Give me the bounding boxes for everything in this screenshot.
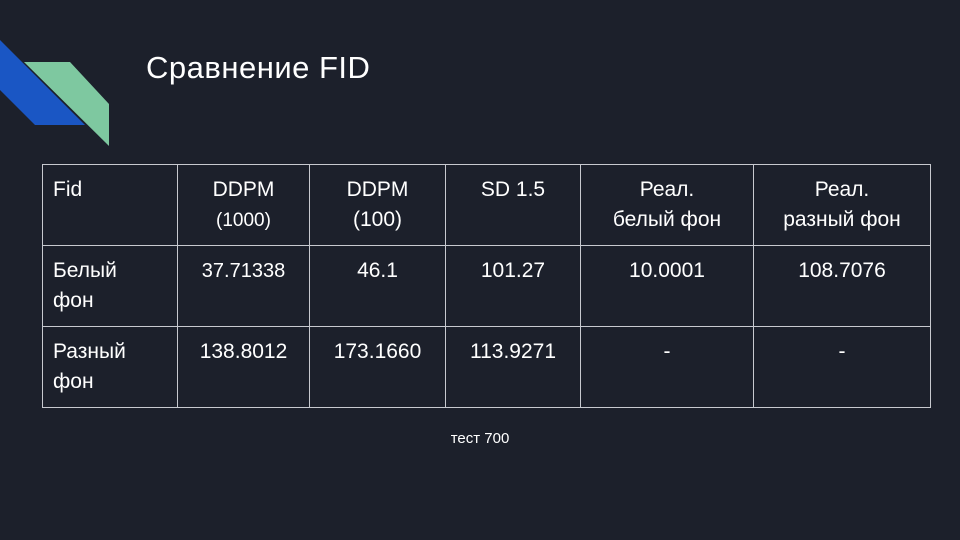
header-cell-ddpm-100: DDPM (100) [309,164,446,246]
header-cell-sd15: SD 1.5 [445,164,581,246]
table-row: Белый фон 37.71338 46.1 101.27 10.0001 1… [42,245,931,327]
row-label-line2: фон [53,370,94,393]
table-row: Разный фон 138.8012 173.1660 113.9271 - … [42,326,931,408]
row-label-mixed-bg: Разный фон [42,326,178,408]
corner-decoration-icon [0,40,109,146]
header-real-mixed-line2: разный фон [783,208,901,231]
row-label-line1: Белый [53,259,117,282]
table-cell: 101.27 [445,245,581,327]
header-sd15-label: SD 1.5 [480,178,546,201]
header-ddpm-100-line2: (100) [352,208,403,231]
table-cell: 46.1 [309,245,446,327]
table-header-row: Fid DDPM (1000) DDPM (100) SD 1.5 Реал. … [42,164,931,246]
slide: Сравнение FID Fid DDPM (1000) DDPM (100)… [0,0,960,540]
table-cell: 113.9271 [445,326,581,408]
header-ddpm-1000-line2: (1000) [216,210,271,231]
header-ddpm-1000-line1: DDPM [212,178,275,201]
row-label-white-bg: Белый фон [42,245,178,327]
header-real-mixed-line1: Реал. [814,178,870,201]
header-real-white-line1: Реал. [639,178,695,201]
header-cell-real-white: Реал. белый фон [580,164,754,246]
slide-title: Сравнение FID [146,50,371,85]
slide-caption: тест 700 [450,430,510,447]
header-cell-ddpm-1000: DDPM (1000) [177,164,310,246]
header-ddpm-100-line1: DDPM [346,178,409,201]
table-cell: - [753,326,931,408]
table-cell: - [580,326,754,408]
header-fid-label: Fid [53,178,83,201]
header-real-white-line2: белый фон [612,208,722,231]
table-cell: 138.8012 [177,326,310,408]
table-cell: 10.0001 [580,245,754,327]
header-cell-real-mixed: Реал. разный фон [753,164,931,246]
header-cell-fid: Fid [42,164,178,246]
table-cell: 173.1660 [309,326,446,408]
table-cell: 37.71338 [177,245,310,327]
fid-comparison-table: Fid DDPM (1000) DDPM (100) SD 1.5 Реал. … [42,164,931,408]
table-cell: 108.7076 [753,245,931,327]
row-label-line2: фон [53,289,94,312]
row-label-line1: Разный [53,340,126,363]
